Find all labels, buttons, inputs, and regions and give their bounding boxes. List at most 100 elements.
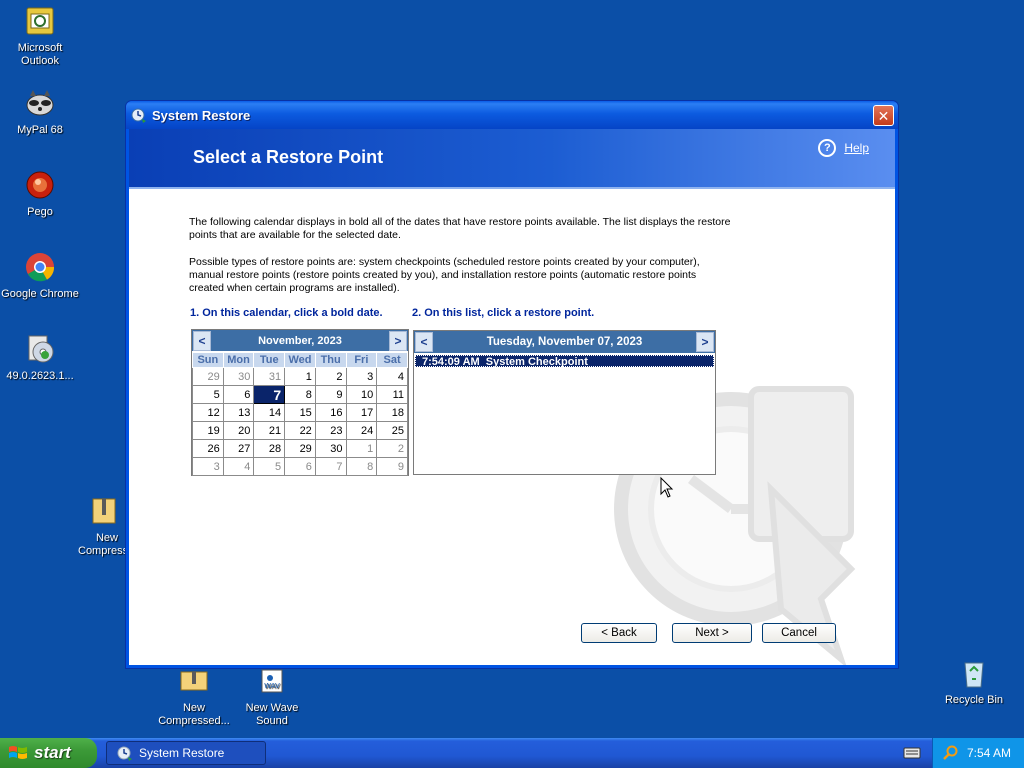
- close-icon: ✕: [877, 107, 890, 124]
- intro-paragraph-2: Possible types of restore points are: sy…: [189, 256, 700, 294]
- weekday-header: Mon: [222, 352, 255, 368]
- desktop-icon-pego[interactable]: Pego: [0, 168, 80, 219]
- calendar-day[interactable]: 11: [376, 385, 408, 404]
- calendar-day[interactable]: 9: [314, 385, 347, 404]
- calendar-day[interactable]: 30: [222, 367, 255, 386]
- help-link[interactable]: Help: [844, 141, 869, 155]
- calendar-day[interactable]: 18: [376, 403, 408, 422]
- zip-folder-icon: [177, 664, 211, 698]
- desktop-icon-label: New Wave Sound: [245, 702, 299, 727]
- mouse-cursor-icon: [660, 477, 674, 498]
- desktop-icon-label: MyPal 68: [17, 124, 63, 136]
- desktop-icon-new-compressed-2[interactable]: New Compressed...: [154, 664, 234, 728]
- next-button[interactable]: Next >: [672, 623, 752, 643]
- calendar-day[interactable]: 29: [192, 367, 224, 386]
- calendar-day-selected[interactable]: 7: [253, 385, 286, 404]
- calendar-day[interactable]: 15: [284, 403, 316, 422]
- calendar-day[interactable]: 4: [376, 367, 408, 386]
- calendar-day[interactable]: 10: [345, 385, 378, 404]
- calendar-day[interactable]: 5: [253, 457, 286, 476]
- desktop-icon-label: New Compressed...: [158, 702, 230, 727]
- desktop-icon-label: Microsoft Outlook: [17, 42, 63, 67]
- window-titlebar[interactable]: System Restore ✕: [126, 101, 898, 129]
- system-restore-window: System Restore ✕ Select a Restore Point …: [125, 100, 899, 669]
- calendar-day[interactable]: 2: [314, 367, 347, 386]
- calendar-prev-button[interactable]: <: [193, 330, 211, 351]
- desktop-icon-outlook[interactable]: Microsoft Outlook: [0, 4, 80, 68]
- chrome-icon: [23, 250, 57, 284]
- cancel-button[interactable]: Cancel: [762, 623, 836, 643]
- calendar-day[interactable]: 6: [222, 385, 255, 404]
- window-client-area: Select a Restore Point ? Help The follow…: [129, 129, 895, 665]
- restore-point-description: System Checkpoint: [485, 356, 588, 368]
- restore-point-time: 7:54:09 AM: [422, 356, 480, 368]
- list-prev-day-button[interactable]: <: [415, 332, 433, 352]
- calendar-day[interactable]: 28: [253, 439, 286, 458]
- calendar-day[interactable]: 5: [192, 385, 224, 404]
- calendar-day[interactable]: 3: [345, 367, 378, 386]
- restore-point-item[interactable]: 7:54:09 AM System Checkpoint: [415, 355, 714, 368]
- list-next-day-button[interactable]: >: [696, 332, 714, 352]
- desktop-icon-installer[interactable]: 49.0.2623.1...: [0, 332, 80, 383]
- desktop-icon-mypal[interactable]: MyPal 68: [0, 86, 80, 137]
- desktop-icon-recycle-bin[interactable]: Recycle Bin: [934, 656, 1014, 707]
- calendar-day[interactable]: 31: [253, 367, 286, 386]
- installer-cd-icon: [23, 332, 57, 366]
- calendar-next-button[interactable]: >: [389, 330, 407, 351]
- calendar-day[interactable]: 23: [314, 421, 347, 440]
- calendar-day[interactable]: 26: [192, 439, 224, 458]
- calendar-day[interactable]: 12: [192, 403, 224, 422]
- weekday-header: Tue: [253, 352, 286, 368]
- desktop-icon-chrome[interactable]: Google Chrome: [0, 250, 80, 301]
- restore-list-header: < Tuesday, November 07, 2023 >: [414, 331, 715, 353]
- calendar-day[interactable]: 20: [222, 421, 255, 440]
- restore-calendar: < November, 2023 > Sun Mon Tue Wed Thu F…: [191, 329, 409, 476]
- taskbar-item-label: System Restore: [139, 746, 225, 760]
- calendar-day[interactable]: 17: [345, 403, 378, 422]
- taskbar-item-system-restore[interactable]: System Restore: [106, 741, 266, 765]
- calendar-day[interactable]: 9: [376, 457, 408, 476]
- calendar-day[interactable]: 2: [376, 439, 408, 458]
- calendar-day[interactable]: 3: [192, 457, 224, 476]
- svg-text:WAV: WAV: [264, 682, 280, 690]
- wizard-header: Select a Restore Point ? Help: [129, 129, 895, 189]
- calendar-day[interactable]: 6: [284, 457, 316, 476]
- intro-paragraph-1: The following calendar displays in bold …: [189, 216, 731, 241]
- calendar-day[interactable]: 8: [345, 457, 378, 476]
- calendar-day[interactable]: 7: [314, 457, 347, 476]
- desktop-icon-label: Google Chrome: [1, 288, 79, 300]
- wav-file-icon: WAV: [255, 664, 289, 698]
- weekday-header: Fri: [345, 352, 378, 368]
- calendar-day[interactable]: 16: [314, 403, 347, 422]
- help-icon[interactable]: ?: [818, 139, 837, 157]
- search-icon[interactable]: [943, 745, 959, 761]
- desktop-icon-label: Recycle Bin: [944, 694, 1004, 706]
- weekday-header: Sun: [192, 352, 224, 368]
- calendar-day[interactable]: 29: [284, 439, 316, 458]
- calendar-day[interactable]: 13: [222, 403, 255, 422]
- calendar-day[interactable]: 1: [345, 439, 378, 458]
- calendar-day[interactable]: 14: [253, 403, 286, 422]
- start-label: start: [34, 743, 71, 762]
- calendar-day[interactable]: 19: [192, 421, 224, 440]
- calendar-day[interactable]: 8: [284, 385, 316, 404]
- calendar-day[interactable]: 25: [376, 421, 408, 440]
- start-button[interactable]: start: [0, 738, 97, 768]
- window-title: System Restore: [152, 107, 251, 123]
- desktop-icon-label: 49.0.2623.1...: [6, 370, 74, 382]
- page-title: Select a Restore Point: [193, 147, 384, 167]
- calendar-day[interactable]: 22: [284, 421, 316, 440]
- calendar-day[interactable]: 21: [253, 421, 286, 440]
- desktop-icon-wave-sound[interactable]: WAV New Wave Sound: [232, 664, 312, 728]
- calendar-day[interactable]: 24: [345, 421, 378, 440]
- calendar-day[interactable]: 1: [284, 367, 316, 386]
- keyboard-icon[interactable]: [903, 745, 921, 761]
- weekday-header: Wed: [284, 352, 316, 368]
- close-button[interactable]: ✕: [873, 105, 894, 126]
- calendar-day[interactable]: 30: [314, 439, 347, 458]
- calendar-day[interactable]: 27: [222, 439, 255, 458]
- calendar-grid: Sun Mon Tue Wed Thu Fri Sat 29 30 31 1 2…: [192, 352, 408, 476]
- calendar-day[interactable]: 4: [222, 457, 255, 476]
- clock[interactable]: 7:54 AM: [967, 746, 1011, 760]
- back-button[interactable]: < Back: [581, 623, 657, 643]
